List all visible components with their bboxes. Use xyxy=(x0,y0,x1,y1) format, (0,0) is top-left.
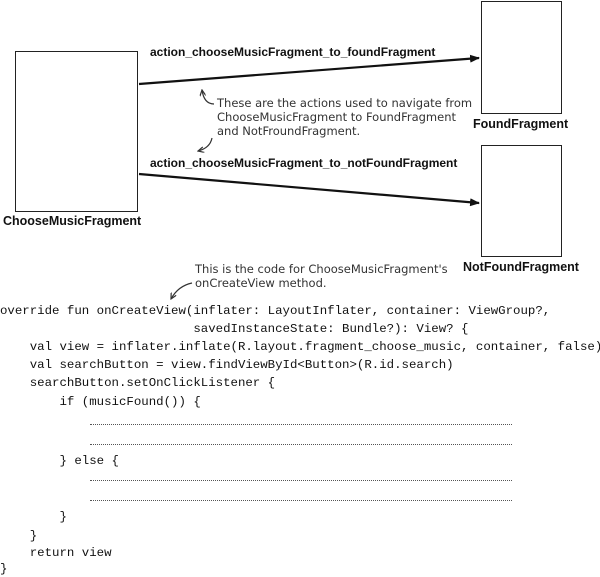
fill-in-line-not-found-2 xyxy=(90,500,512,501)
note-pointer-code xyxy=(171,282,193,299)
code-line-8: } xyxy=(0,510,67,524)
code-line-1: override fun onCreateView(inflater: Layo… xyxy=(0,304,551,318)
code-line-9: } xyxy=(0,529,38,543)
code-note-line-2: onCreateView method. xyxy=(195,276,327,290)
fill-in-line-found-1 xyxy=(90,424,512,425)
arrow-to-not-found xyxy=(138,172,480,207)
code-line-3: val view = inflater.inflate(R.layout.fra… xyxy=(0,340,600,354)
code-line-6: if (musicFound()) { xyxy=(0,395,201,409)
actions-note: These are the actions used to navigate f… xyxy=(217,96,472,138)
actions-note-line-1: These are the actions used to navigate f… xyxy=(217,96,473,110)
code-line-5: searchButton.setOnClickListener { xyxy=(0,376,276,390)
code-line-10: return view xyxy=(0,546,112,560)
actions-note-line-2: ChooseMusicFragment to FoundFragment xyxy=(217,110,457,124)
code-line-4: val searchButton = view.findViewById<But… xyxy=(0,358,454,372)
arrow-to-found xyxy=(138,54,480,86)
code-line-7: } else { xyxy=(0,454,119,468)
fill-in-line-found-2 xyxy=(90,444,512,445)
code-line-11: } xyxy=(0,562,8,576)
code-note-line-1: This is the code for ChooseMusicFragment… xyxy=(195,262,448,276)
code-note: This is the code for ChooseMusicFragment… xyxy=(195,262,448,290)
fill-in-line-not-found-1 xyxy=(90,480,512,481)
code-line-2: savedInstanceState: Bundle?): View? { xyxy=(0,322,469,336)
note-pointer-down xyxy=(198,137,213,151)
actions-note-line-3: and NotFroundFragment. xyxy=(217,124,361,138)
note-pointer-up xyxy=(202,90,215,105)
